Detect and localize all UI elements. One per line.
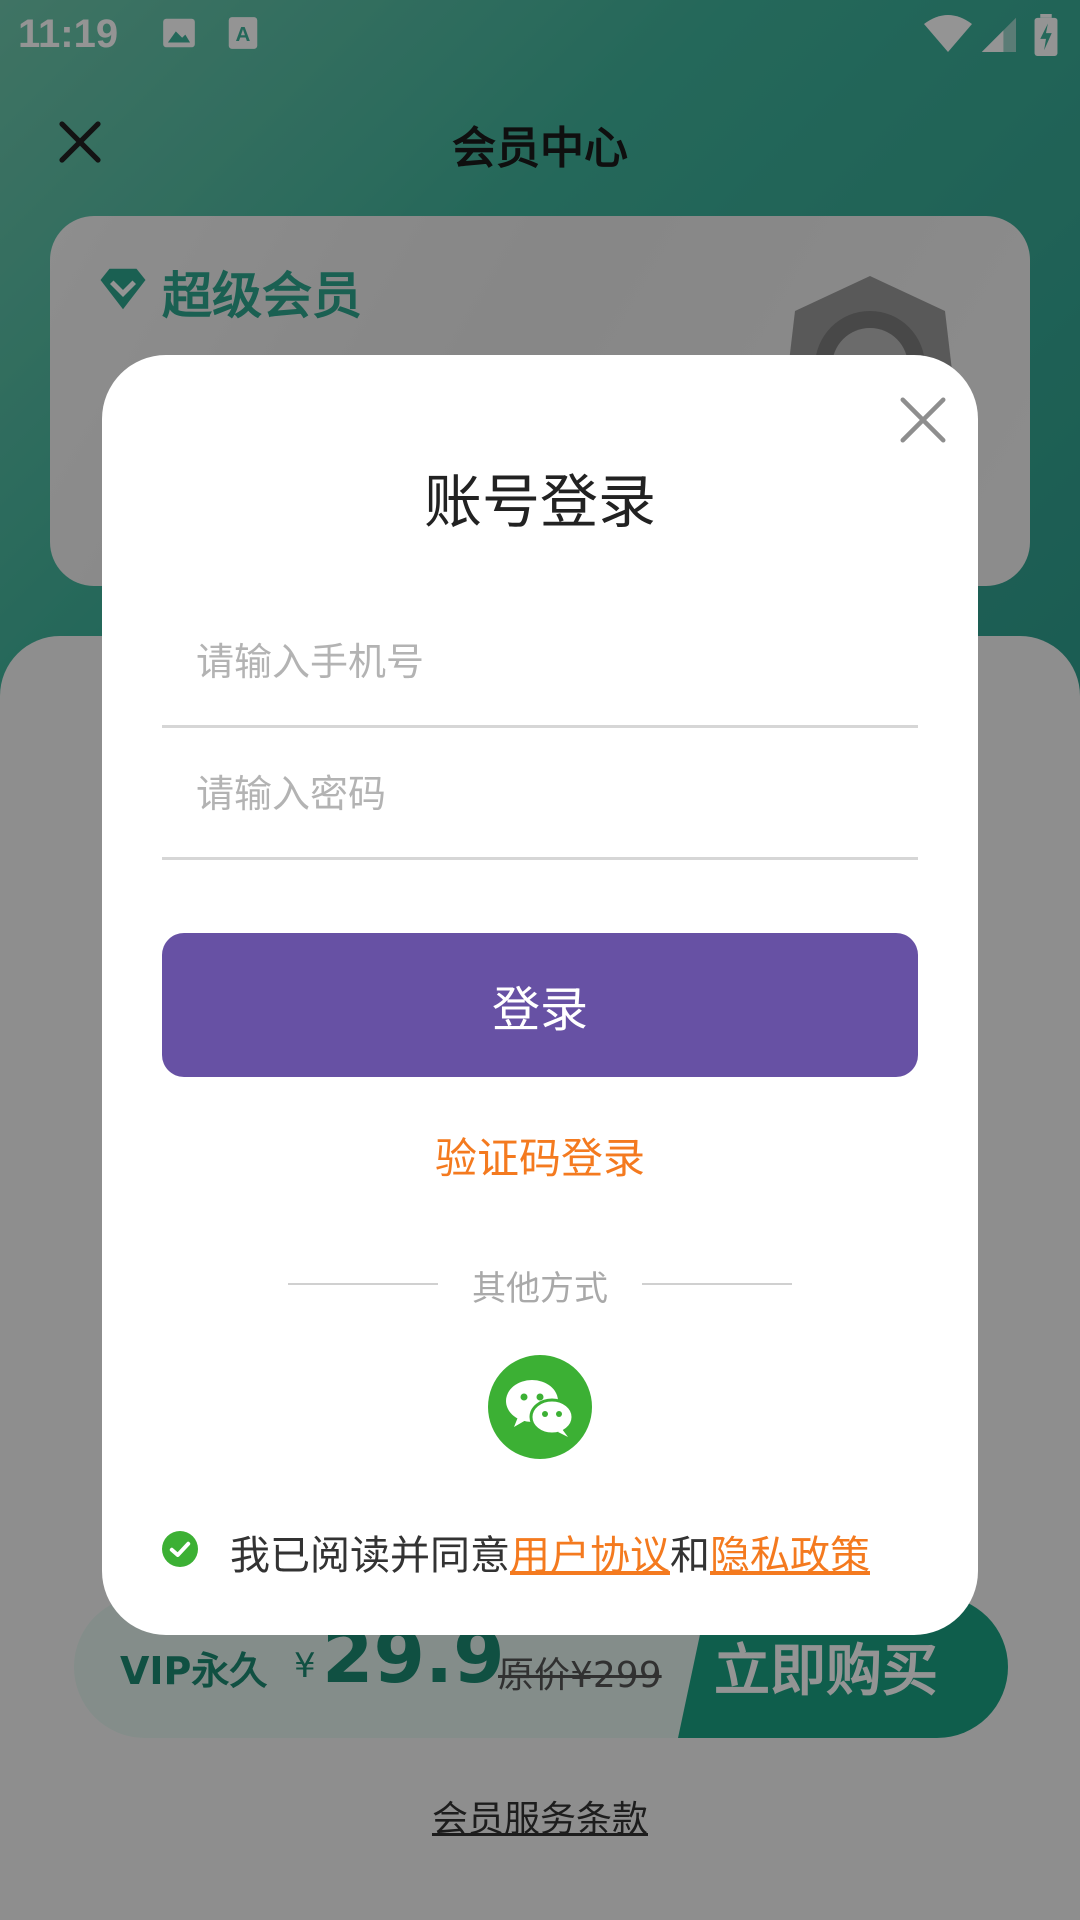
agreement-and: 和 (670, 1533, 710, 1579)
wechat-icon (506, 1380, 575, 1437)
divider-right (642, 1283, 792, 1285)
privacy-policy-link[interactable]: 隐私政策 (710, 1533, 870, 1579)
agreement-text: 我已阅读并同意用户协议和隐私政策 (230, 1523, 870, 1581)
user-agreement-link[interactable]: 用户协议 (510, 1533, 670, 1579)
close-icon[interactable] (896, 393, 950, 447)
login-dialog: 账号登录 登录 验证码登录 其他方式 我已阅读并同意用户协议和隐私政策 (102, 355, 978, 1635)
agreement-prefix: 我已阅读并同意 (230, 1533, 510, 1579)
check-circle-icon[interactable] (162, 1531, 198, 1567)
password-field (162, 727, 918, 860)
other-methods-label: 其他方式 (472, 1269, 608, 1309)
phone-input[interactable] (194, 631, 888, 693)
phone-field (162, 595, 918, 728)
password-input[interactable] (194, 763, 888, 825)
wechat-login-button[interactable] (488, 1355, 592, 1459)
login-button[interactable]: 登录 (162, 933, 918, 1077)
code-login-link[interactable]: 验证码登录 (102, 1125, 978, 1186)
dialog-title: 账号登录 (423, 468, 656, 536)
